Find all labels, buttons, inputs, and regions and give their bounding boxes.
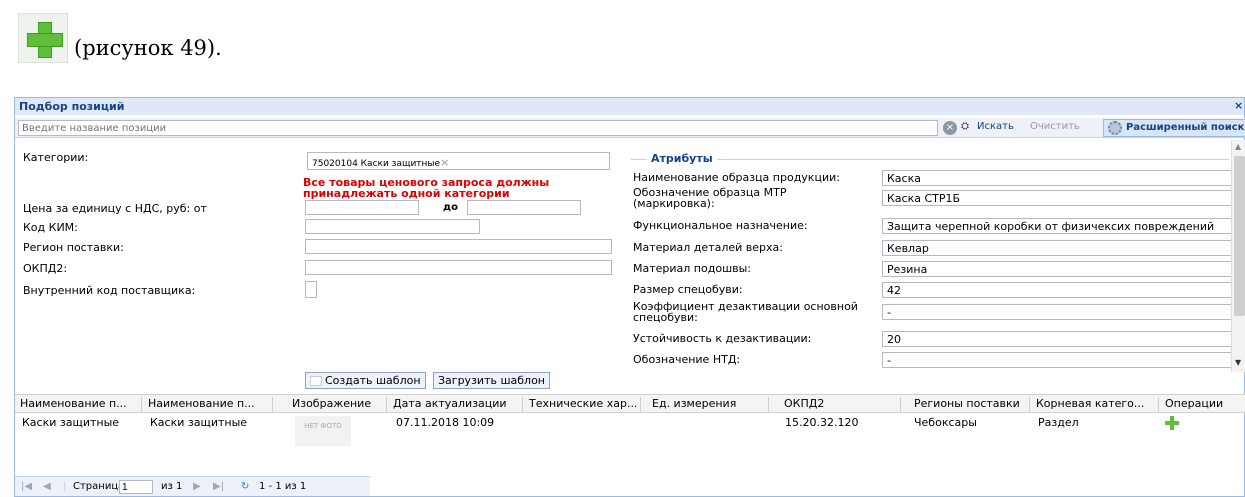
load-template-button[interactable]: Загрузить шаблон bbox=[433, 372, 550, 389]
search-toolbar: × ⛭ Искать Очистить Расширенный поиск bbox=[15, 118, 1245, 138]
column-header[interactable]: ОКПД2 bbox=[770, 397, 901, 412]
search-button[interactable]: Искать bbox=[977, 121, 1014, 132]
region-input[interactable] bbox=[305, 239, 612, 254]
clear-search-icon[interactable]: × bbox=[943, 121, 957, 135]
category-warning: Все товары ценового запроса должны прина… bbox=[303, 176, 550, 200]
cell-name: Каски защитные bbox=[22, 416, 120, 429]
add-item-icon[interactable] bbox=[1165, 416, 1179, 430]
binoculars-icon[interactable]: ⛭ bbox=[961, 121, 969, 132]
attr-label: Коэффициент дезактивации основной спецоб… bbox=[633, 300, 858, 324]
attr-value[interactable]: 42 bbox=[882, 282, 1232, 298]
scroll-down-icon[interactable]: ▼ bbox=[1235, 358, 1241, 367]
scroll-up-icon[interactable]: ▲ bbox=[1235, 142, 1241, 151]
column-header[interactable]: Ед. измерения bbox=[642, 397, 769, 412]
kim-input[interactable] bbox=[305, 219, 480, 234]
column-header[interactable]: Корневая катего... bbox=[1031, 397, 1159, 412]
attributes-legend: Атрибуты bbox=[647, 152, 717, 165]
attr-label: Наименование образца продукции: bbox=[633, 171, 840, 184]
window-title: Подбор позиций bbox=[15, 98, 1244, 115]
no-photo-image: НЕТ ФОТО bbox=[295, 416, 351, 446]
next-page-icon[interactable]: ▶ bbox=[193, 481, 201, 492]
attr-value[interactable]: Каска bbox=[882, 170, 1232, 186]
template-icon bbox=[310, 376, 322, 386]
price-to-input[interactable] bbox=[467, 200, 581, 215]
cell-date: 07.11.2018 10:09 bbox=[396, 416, 495, 429]
attr-label: Обозначение НТД: bbox=[633, 353, 741, 366]
attr-label: Функциональное назначение: bbox=[633, 219, 808, 232]
cell-regions: Чебоксары bbox=[914, 416, 977, 429]
price-from-input[interactable] bbox=[305, 200, 419, 215]
supplier-code-input[interactable] bbox=[305, 281, 317, 298]
column-header[interactable]: Операции bbox=[1160, 397, 1245, 412]
create-template-label: Создать шаблон bbox=[325, 374, 421, 387]
attributes-scrollbar[interactable]: ▲ ▼ bbox=[1231, 140, 1245, 372]
attr-label: Устойчивость к дезактивации: bbox=[633, 332, 812, 345]
clear-button[interactable]: Очистить bbox=[1030, 121, 1080, 132]
pager-separator: | bbox=[63, 481, 67, 492]
first-page-icon[interactable]: |◀ bbox=[21, 481, 32, 492]
categories-field[interactable]: 75020104 Каски защитные× bbox=[307, 152, 610, 170]
item-selection-window: Подбор позиций × × ⛭ Искать Очистить Рас… bbox=[14, 97, 1245, 497]
prev-page-icon[interactable]: ◀ bbox=[43, 481, 51, 492]
remove-tag-icon[interactable]: × bbox=[440, 156, 449, 169]
pagination-bar: |◀ ◀ | Страница из 1 ▶ ▶| ↻ 1 - 1 из 1 bbox=[15, 476, 370, 496]
okpd2-label: ОКПД2: bbox=[23, 262, 68, 275]
records-summary: 1 - 1 из 1 bbox=[259, 481, 307, 492]
attr-value[interactable]: 20 bbox=[882, 331, 1232, 347]
search-input[interactable] bbox=[18, 120, 938, 136]
cell-okpd2: 15.20.32.120 bbox=[785, 416, 859, 429]
column-header[interactable]: Наименование п... bbox=[143, 397, 273, 412]
column-header[interactable]: Изображение bbox=[274, 397, 387, 412]
gear-icon bbox=[1108, 121, 1122, 135]
attr-value[interactable]: Защита черепной коробки от физичексих по… bbox=[882, 218, 1232, 234]
categories-label: Категории: bbox=[23, 151, 89, 164]
okpd2-input[interactable] bbox=[305, 260, 612, 275]
category-tag-text: 75020104 Каски защитные bbox=[312, 159, 441, 169]
figure-caption: (рисунок 49). bbox=[74, 36, 222, 60]
attr-value[interactable]: - bbox=[882, 304, 1232, 320]
document-line: (рисунок 49). bbox=[18, 6, 222, 70]
supplier-code-label: Внутренний код поставщика: bbox=[23, 284, 196, 297]
region-label: Регион поставки: bbox=[23, 241, 124, 254]
attr-value[interactable]: Резина bbox=[882, 261, 1232, 277]
create-template-button[interactable]: Создать шаблон bbox=[305, 372, 426, 389]
column-header[interactable]: Регионы поставки bbox=[902, 397, 1030, 412]
page-count-label: из 1 bbox=[161, 481, 183, 492]
attr-value[interactable]: - bbox=[882, 352, 1232, 368]
page-label: Страница bbox=[73, 481, 125, 492]
column-header[interactable]: Наименование п... bbox=[15, 397, 142, 412]
column-header[interactable]: Дата актуализации bbox=[388, 397, 523, 412]
add-plus-icon bbox=[18, 13, 68, 63]
advanced-search-label: Расширенный поиск bbox=[1126, 122, 1245, 133]
last-page-icon[interactable]: ▶| bbox=[213, 481, 224, 492]
attr-value[interactable]: Кевлар bbox=[882, 240, 1232, 256]
attr-label: Обозначение образца МТР (маркировка): bbox=[633, 186, 787, 210]
refresh-icon[interactable]: ↻ bbox=[241, 481, 249, 492]
kim-label: Код КИМ: bbox=[23, 221, 78, 234]
category-tag: 75020104 Каски защитные× bbox=[311, 156, 451, 169]
attr-label: Размер спецобуви: bbox=[633, 283, 743, 296]
attr-label: Материал подошвы: bbox=[633, 262, 752, 275]
grid-header: Наименование п... Наименование п... Изоб… bbox=[15, 394, 1245, 413]
advanced-search-button[interactable]: Расширенный поиск bbox=[1103, 119, 1245, 137]
scroll-thumb[interactable] bbox=[1234, 156, 1245, 316]
price-to-label: до bbox=[443, 202, 458, 213]
cell-root-category: Раздел bbox=[1038, 416, 1079, 429]
cell-short-name: Каски защитные bbox=[150, 416, 248, 429]
column-header[interactable]: Технические хар... bbox=[524, 397, 641, 412]
close-icon[interactable]: × bbox=[1234, 99, 1244, 113]
attr-value[interactable]: Каска СТР1Б bbox=[882, 190, 1232, 206]
page-number-input[interactable] bbox=[119, 480, 153, 494]
price-label: Цена за единицу с НДС, руб: от bbox=[23, 202, 207, 215]
attr-label: Материал деталей верха: bbox=[633, 241, 783, 254]
